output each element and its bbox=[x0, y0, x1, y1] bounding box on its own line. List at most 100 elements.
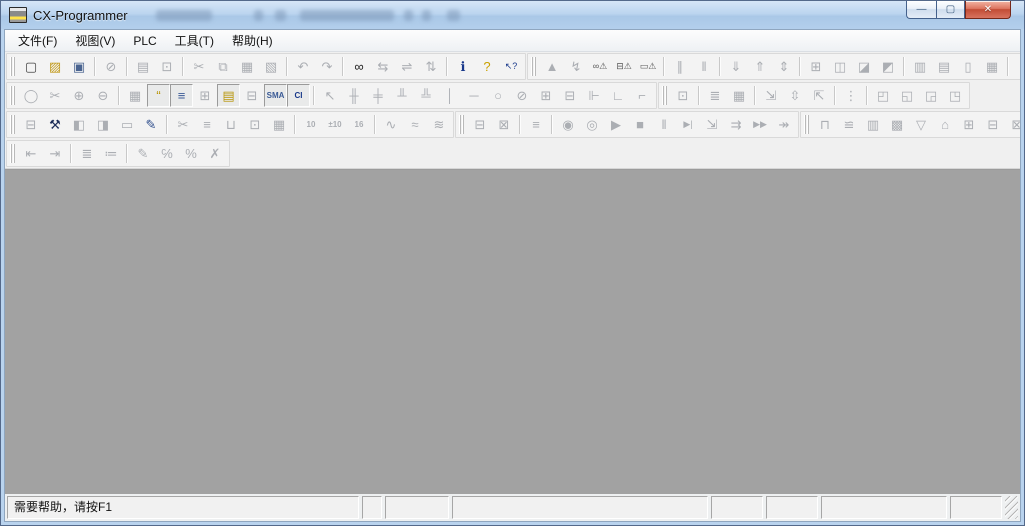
toolbar-separator bbox=[126, 144, 128, 163]
zoom-region-icon: ✂ bbox=[43, 84, 67, 108]
decimal-icon: 10 bbox=[299, 113, 323, 137]
io-table-icon: ▥ bbox=[908, 55, 932, 79]
save-icon[interactable]: ▣ bbox=[67, 55, 91, 79]
toolbar-separator bbox=[94, 57, 96, 76]
minimize-button[interactable]: — bbox=[906, 1, 936, 19]
paste-special-icon: ▧ bbox=[259, 55, 283, 79]
menu-item-view[interactable]: 视图(V) bbox=[66, 30, 124, 51]
paste-icon: ▦ bbox=[235, 55, 259, 79]
signed-decimal-icon: ±10 bbox=[323, 113, 347, 137]
menu-item-file[interactable]: 文件(F) bbox=[9, 30, 66, 51]
hex-icon: 16 bbox=[347, 113, 371, 137]
toolbar-separator bbox=[342, 57, 344, 76]
toolbar-grip[interactable] bbox=[459, 115, 465, 134]
toolbar-grip[interactable] bbox=[10, 144, 16, 163]
toolbar-separator bbox=[118, 86, 120, 105]
debug-pause-icon: ‖ bbox=[652, 113, 676, 137]
open-file-icon[interactable]: ▨ bbox=[43, 55, 67, 79]
line-delete-icon: ⌐ bbox=[630, 84, 654, 108]
replace-icon: ⇆ bbox=[371, 55, 395, 79]
menu-item-help[interactable]: 帮助(H) bbox=[223, 30, 282, 51]
pause-monitoring-icon: ∥ bbox=[668, 55, 692, 79]
status-panel bbox=[385, 496, 449, 519]
toolbar-grip[interactable] bbox=[531, 57, 537, 76]
contact-no-icon: ╫ bbox=[342, 84, 366, 108]
data-trace-save-icon: ⊟ bbox=[468, 113, 492, 137]
force-toggle-icon: % bbox=[179, 142, 203, 166]
window-monitor-icon: ◰ bbox=[871, 84, 895, 108]
debug-run-icon: ▶ bbox=[604, 113, 628, 137]
redacted-title-segment bbox=[447, 10, 460, 21]
closed-coil-icon: ⊘ bbox=[510, 84, 534, 108]
monitor-icon: ∿ bbox=[379, 113, 403, 137]
toolbar-separator bbox=[313, 86, 315, 105]
toolbar-grip[interactable] bbox=[662, 86, 668, 105]
upload-from-plc-icon: ⇑ bbox=[748, 55, 772, 79]
update-link-icon: ▦ bbox=[727, 84, 751, 108]
menu-item-tools[interactable]: 工具(T) bbox=[166, 30, 223, 51]
fb-parameter-icon: ⊩ bbox=[582, 84, 606, 108]
cycle-time-icon: ∟ bbox=[1012, 55, 1021, 79]
force-cancel-icon: ✗ bbox=[203, 142, 227, 166]
status-panel bbox=[362, 496, 382, 519]
verify-icon: ⊞ bbox=[804, 55, 828, 79]
copy-icon: ⧉ bbox=[211, 55, 235, 79]
plc-memory-icon: ▥ bbox=[861, 113, 885, 137]
indent-increase-icon: ⇥ bbox=[43, 142, 67, 166]
toolbar-separator bbox=[519, 115, 521, 134]
maximize-button[interactable]: ▢ bbox=[936, 1, 965, 19]
resize-grip[interactable] bbox=[1005, 496, 1018, 519]
pause-updating-icon: ◉ bbox=[556, 113, 580, 137]
step-run-icon: ▶| bbox=[676, 113, 700, 137]
error-log-icon: ▦ bbox=[980, 55, 1004, 79]
io-grid-2-icon: ⊟ bbox=[981, 113, 1005, 137]
instruction-icon: ⊞ bbox=[534, 84, 558, 108]
toolbar-separator bbox=[182, 57, 184, 76]
memory-grid-icon: ▩ bbox=[885, 113, 909, 137]
status-panel bbox=[711, 496, 763, 519]
toolbar-separator bbox=[799, 57, 801, 76]
toolbar-separator bbox=[286, 57, 288, 76]
toolbar-row: ◯✂⊕⊖▦“≡⊞▤⊟SMACI↖╫╪╨╩│─○⊘⊞⊟⊩∟⌐⊡≣▦⇲⇳⇱⋮◰◱◲◳ bbox=[5, 81, 1020, 110]
new-file-icon[interactable]: ▢ bbox=[19, 55, 43, 79]
memory-card-icon: ▯ bbox=[956, 55, 980, 79]
toolbar-grip[interactable] bbox=[10, 86, 16, 105]
plc-warning-icon[interactable]: ▭⚠ bbox=[636, 55, 660, 79]
toolbar-group: ⊡≣▦⇲⇳⇱⋮◰◱◲◳ bbox=[658, 82, 970, 109]
toolbar-grip[interactable] bbox=[10, 57, 16, 76]
mnemonics-view-icon[interactable]: SMA bbox=[264, 84, 287, 107]
title-bar[interactable]: CX-Programmer — ▢ ✕ bbox=[1, 1, 1024, 29]
zoom-in-icon: ⊕ bbox=[67, 84, 91, 108]
redacted-title-segment bbox=[275, 10, 286, 21]
show-rungs-icon[interactable]: ▤ bbox=[217, 84, 240, 107]
power-flow-monitor-icon: ≈ bbox=[403, 113, 427, 137]
online-find-warning-icon[interactable]: ∞⚠ bbox=[588, 55, 612, 79]
close-button[interactable]: ✕ bbox=[965, 1, 1011, 19]
window-title: CX-Programmer bbox=[33, 8, 128, 23]
context-help-icon[interactable]: ↖? bbox=[499, 55, 523, 79]
transfer-warning-icon[interactable]: ⊟⚠ bbox=[612, 55, 636, 79]
work-online-icon: ▲ bbox=[540, 55, 564, 79]
toolbar-row: ▢▨▣⊘▤⊡✂⧉▦▧↶↷∞⇆⇌⇅ℹ?↖?▲↯∞⚠⊟⚠▭⚠∥‖⇓⇑⇕⊞◫◪◩▥▤▯… bbox=[5, 52, 1020, 81]
menu-bar: 文件(F) 视图(V) PLC 工具(T) 帮助(H) bbox=[5, 30, 1020, 52]
menu-item-plc[interactable]: PLC bbox=[124, 32, 165, 50]
find-icon[interactable]: ∞ bbox=[347, 55, 371, 79]
toolbar-grip[interactable] bbox=[804, 115, 810, 134]
online-edit-send-icon: ⇲ bbox=[759, 84, 783, 108]
plc-tools-icon[interactable]: ⚒ bbox=[43, 113, 67, 137]
ci-view-icon[interactable]: CI bbox=[287, 84, 310, 107]
show-rung-annotations-icon[interactable]: ≡ bbox=[170, 84, 193, 107]
comment-list-icon: ≣ bbox=[75, 142, 99, 166]
show-comments-icon[interactable]: “ bbox=[147, 84, 170, 107]
toolbar-grip[interactable] bbox=[10, 115, 16, 134]
properties-icon[interactable]: ✎ bbox=[139, 113, 163, 137]
help-icon[interactable]: ? bbox=[475, 55, 499, 79]
about-icon[interactable]: ℹ bbox=[451, 55, 475, 79]
debug-stop-icon: ■ bbox=[628, 113, 652, 137]
io-grid-3-icon: ⊠ bbox=[1005, 113, 1021, 137]
force-off-icon: ℅ bbox=[155, 142, 179, 166]
toolbar-separator bbox=[754, 86, 756, 105]
grid-icon: ▦ bbox=[123, 84, 147, 108]
program-check-icon: ◫ bbox=[828, 55, 852, 79]
selection-mode-icon: ↖ bbox=[318, 84, 342, 108]
